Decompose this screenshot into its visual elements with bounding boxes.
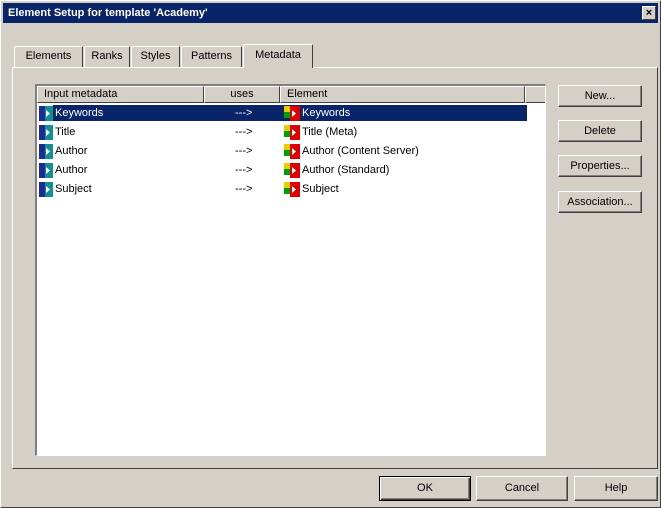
tab-label: Metadata [255,49,301,61]
uses-text: ---> [235,107,253,119]
cancel-button-label: Cancel [504,482,540,494]
title-bar[interactable]: Element Setup for template 'Academy' × [3,3,658,23]
metadata-tag-icon [39,106,53,121]
list-item[interactable]: Author ---> Author (Standard) [37,161,527,180]
element-tag-icon [284,163,300,178]
element-tag-icon [284,182,300,197]
tab-patterns[interactable]: Patterns [181,46,242,67]
input-metadata-text: Author [55,145,88,157]
element-tag-icon [284,144,300,159]
uses-cell: ---> [235,180,252,199]
tab-metadata[interactable]: Metadata [243,44,313,68]
metadata-tag-icon [39,125,53,140]
element-tag-icon [284,106,300,121]
uses-text: ---> [235,145,253,157]
window-title: Element Setup for template 'Academy' [8,7,208,19]
column-label: Input metadata [44,88,118,100]
uses-text: ---> [235,164,253,176]
element-cell: Keywords [301,104,352,123]
list-header: Input metadata uses Element [37,86,545,103]
tab-label: Patterns [191,50,232,62]
element-text: Keywords [301,107,352,119]
input-metadata-cell: Title [54,123,76,142]
input-metadata-cell: Author [54,142,88,161]
association-button[interactable]: Association... [558,191,642,213]
column-header-element[interactable]: Element [280,86,525,103]
new-button-label: New... [584,90,616,102]
element-text: Title (Meta) [302,126,358,138]
input-metadata-text: Author [55,164,88,176]
ok-button-label: OK [417,482,433,494]
uses-text: ---> [235,126,253,138]
properties-button[interactable]: Properties... [558,155,642,177]
uses-cell: ---> [235,123,252,142]
metadata-tag-icon [39,144,53,159]
cancel-button[interactable]: Cancel [476,476,568,501]
list-item[interactable]: Keywords ---> Keywords [37,104,527,123]
input-metadata-text: Subject [55,183,92,195]
column-label: uses [230,88,254,100]
column-label: Element [287,88,328,100]
input-metadata-cell: Author [54,161,88,180]
element-text: Author (Standard) [302,164,390,176]
column-header-filler [525,86,545,103]
input-metadata-text: Title [55,126,76,138]
tab-label: Styles [140,50,171,62]
element-tag-icon [284,125,300,140]
delete-button-label: Delete [584,125,616,137]
close-icon: × [645,7,653,19]
input-metadata-cell: Subject [54,180,93,199]
column-header-input-metadata[interactable]: Input metadata [37,86,204,103]
tab-label: Ranks [91,50,123,62]
element-cell: Author (Content Server) [301,142,420,161]
tab-ranks[interactable]: Ranks [84,46,130,67]
tab-label: Elements [25,50,72,62]
list-item[interactable]: Title ---> Title (Meta) [37,123,527,142]
uses-cell: ---> [235,142,252,161]
help-button-label: Help [604,482,628,494]
column-header-uses[interactable]: uses [204,86,280,103]
element-cell: Subject [301,180,340,199]
ok-button[interactable]: OK [379,476,471,501]
metadata-list[interactable]: Input metadata uses Element Keywords ---… [35,84,546,456]
properties-button-label: Properties... [570,160,630,172]
element-text: Subject [302,183,339,195]
tab-elements[interactable]: Elements [14,46,83,67]
input-metadata-cell: Keywords [54,104,105,123]
uses-text: ---> [235,183,253,195]
association-button-label: Association... [567,196,633,208]
element-cell: Title (Meta) [301,123,358,142]
tab-styles[interactable]: Styles [131,46,180,67]
dialog-window: Element Setup for template 'Academy' × E… [0,0,661,508]
help-button[interactable]: Help [574,476,658,501]
list-item[interactable]: Subject ---> Subject [37,180,527,199]
element-cell: Author (Standard) [301,161,390,180]
metadata-tag-icon [39,163,53,178]
new-button[interactable]: New... [558,85,642,107]
uses-cell: ---> [235,104,252,123]
input-metadata-text: Keywords [54,107,105,119]
uses-cell: ---> [235,161,252,180]
delete-button[interactable]: Delete [558,120,642,142]
element-text: Author (Content Server) [302,145,419,157]
metadata-tag-icon [39,182,53,197]
list-item[interactable]: Author ---> Author (Content Server) [37,142,527,161]
close-button[interactable]: × [642,6,656,20]
